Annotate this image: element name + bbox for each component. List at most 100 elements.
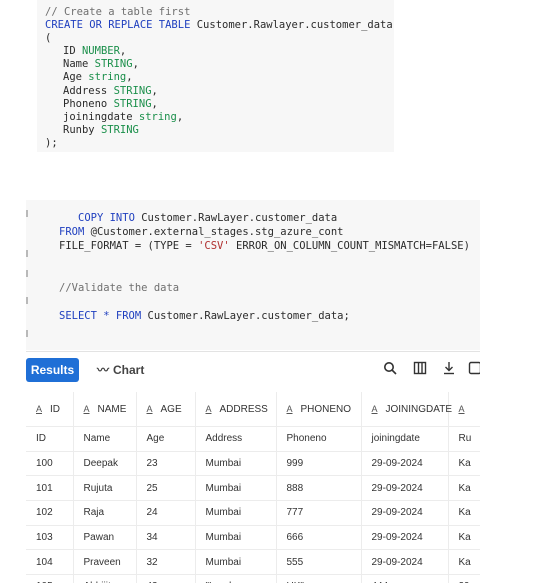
column-header-label: JOININGDATE xyxy=(386,404,452,415)
sql-file-format-type: 'CSV' xyxy=(198,240,230,252)
sql-create-line: CREATE OR REPLACE TABLE Customer.Rawlaye… xyxy=(45,19,394,32)
table-cell[interactable]: Ka xyxy=(448,476,480,501)
results-toolbar: Results 〰Chart xyxy=(26,352,480,390)
column-header[interactable]: AAGE xyxy=(136,392,195,427)
expand-icon[interactable] xyxy=(468,361,480,377)
table-cell[interactable]: Ka xyxy=(448,451,480,476)
text-type-icon: A xyxy=(459,404,467,414)
column-header[interactable]: A PHONENO xyxy=(276,392,361,427)
column-header[interactable]: AID xyxy=(26,392,73,427)
table-row[interactable]: 102Raja24Mumbai77729-09-2024Ka xyxy=(26,501,480,526)
table-cell[interactable]: 32 xyxy=(136,550,195,575)
search-icon[interactable] xyxy=(382,361,398,377)
sql-close-paren: ); xyxy=(45,137,394,150)
table-cell[interactable]: 29-09-2024 xyxy=(361,451,448,476)
sql-keyword-create: CREATE OR REPLACE TABLE xyxy=(45,19,190,31)
table-cell[interactable]: joiningdate xyxy=(361,427,448,452)
table-cell[interactable]: Ru xyxy=(448,427,480,452)
sql-copy-line: COPY INTO Customer.RawLayer.customer_dat… xyxy=(78,212,337,225)
table-cell[interactable]: 102 xyxy=(26,501,73,526)
table-cell[interactable]: Phoneno xyxy=(276,427,361,452)
table-cell[interactable]: Mumbai xyxy=(195,501,276,526)
sql-copy-block[interactable]: COPY INTO Customer.RawLayer.customer_dat… xyxy=(26,200,480,350)
table-cell[interactable]: 666 xyxy=(276,525,361,550)
table-cell[interactable]: 25 xyxy=(136,476,195,501)
sql-column-type: string xyxy=(88,71,126,83)
columns-icon[interactable] xyxy=(412,361,428,377)
column-header-label: PHONENO xyxy=(301,404,352,415)
table-row[interactable]: 104Praveen32Mumbai55529-09-2024Ka xyxy=(26,550,480,575)
table-cell[interactable]: Age xyxy=(136,427,195,452)
table-row[interactable]: 100Deepak23Mumbai99929-09-2024Ka xyxy=(26,451,480,476)
column-header[interactable]: A xyxy=(448,392,480,427)
results-table: AIDANAMEAAGEAADDRESSAPHONENOAJOININGDATE… xyxy=(26,392,480,583)
table-row[interactable]: 103Pawan34Mumbai66629-09-2024Ka xyxy=(26,525,480,550)
table-cell[interactable]: 103 xyxy=(26,525,73,550)
table-cell[interactable]: Raja xyxy=(73,501,136,526)
column-header-label: NAME xyxy=(98,404,127,415)
download-icon[interactable] xyxy=(441,361,457,377)
results-panel: Results 〰Chart AIDANAMEAAGEAADDRESSAPHON… xyxy=(26,351,480,583)
column-header[interactable]: ANAME xyxy=(73,392,136,427)
table-cell[interactable]: 29-09-2024 xyxy=(361,525,448,550)
table-cell[interactable]: Mumbai xyxy=(195,476,276,501)
tab-chart[interactable]: 〰Chart xyxy=(97,358,144,382)
table-body: IDNameAgeAddressPhonenojoiningdateRu100D… xyxy=(26,427,480,583)
chart-icon: 〰 xyxy=(97,363,109,377)
table-cell[interactable]: 29-09-2024 xyxy=(361,550,448,575)
table-cell[interactable]: Ka xyxy=(448,550,480,575)
sql-column-line: joiningdate string, xyxy=(45,111,394,124)
gutter-marker xyxy=(26,210,28,217)
sql-file-format-post: ERROR_ON_COLUMN_COUNT_MISMATCH=FALSE) xyxy=(230,240,470,252)
sql-column-name: Name xyxy=(63,58,88,70)
sql-table-name: Customer.Rawlayer.customer_data xyxy=(190,19,392,31)
table-cell[interactable]: Mumbai xyxy=(195,550,276,575)
sql-comment-line: // Create a table first xyxy=(45,6,394,19)
sql-column-line: Phoneno STRING, xyxy=(45,98,394,111)
sql-column-line: Runby STRING xyxy=(45,124,394,137)
table-cell[interactable]: 23 xyxy=(136,451,195,476)
table-cell[interactable]: Ka xyxy=(448,501,480,526)
table-cell[interactable]: Mumbai xyxy=(195,525,276,550)
table-row[interactable]: 101Rujuta25Mumbai88829-09-2024Ka xyxy=(26,476,480,501)
column-header[interactable]: AADDRESS xyxy=(195,392,276,427)
table-cell[interactable]: 104 xyxy=(26,550,73,575)
gutter-marker xyxy=(26,250,28,257)
table-cell[interactable]: Mumbai xyxy=(195,451,276,476)
sql-file-format-pre: FILE_FORMAT = (TYPE = xyxy=(59,240,198,252)
table-cell[interactable]: 29-09-2024 xyxy=(361,501,448,526)
table-cell[interactable]: ID xyxy=(26,427,73,452)
table-cell[interactable]: 888 xyxy=(276,476,361,501)
table-cell[interactable]: Address xyxy=(195,427,276,452)
sql-column-type: STRING xyxy=(114,98,152,110)
table-cell[interactable]: Ka xyxy=(448,525,480,550)
sql-create-table-block[interactable]: // Create a table first CREATE OR REPLAC… xyxy=(37,0,394,152)
tab-results[interactable]: Results xyxy=(26,358,79,382)
table-cell[interactable]: 101 xyxy=(26,476,73,501)
sql-column-name: ID xyxy=(63,45,76,57)
sql-stage-name: @Customer.external_stages.stg_azure_cont xyxy=(84,226,343,238)
table-cell[interactable]: 29-09-2024 xyxy=(361,476,448,501)
sql-column-definitions: ID NUMBER,Name STRING,Age string,Address… xyxy=(45,45,394,137)
table-header-row: AIDANAMEAAGEAADDRESSAPHONENOAJOININGDATE… xyxy=(26,392,480,427)
table-cell[interactable]: Praveen xyxy=(73,550,136,575)
table-cell[interactable]: 100 xyxy=(26,451,73,476)
table-cell[interactable]: 34 xyxy=(136,525,195,550)
table-cell[interactable]: Deepak xyxy=(73,451,136,476)
table-cell[interactable]: 999 xyxy=(276,451,361,476)
table-cell[interactable]: Rujuta xyxy=(73,476,136,501)
sql-column-line: ID NUMBER, xyxy=(45,45,394,58)
sql-column-line: Name STRING, xyxy=(45,58,394,71)
table-cell[interactable]: 777 xyxy=(276,501,361,526)
sql-validate-comment: //Validate the data xyxy=(59,282,179,295)
text-type-icon: A xyxy=(287,404,295,414)
sql-column-separator: , xyxy=(126,71,132,83)
table-row[interactable]: IDNameAgeAddressPhonenojoiningdateRu xyxy=(26,427,480,452)
table-cell[interactable]: Name xyxy=(73,427,136,452)
table-cell[interactable]: 24 xyxy=(136,501,195,526)
results-grid[interactable]: AIDANAMEAAGEAADDRESSAPHONENOAJOININGDATE… xyxy=(26,392,480,583)
table-cell[interactable]: 555 xyxy=(276,550,361,575)
column-header[interactable]: AJOININGDATE xyxy=(361,392,448,427)
table-cell[interactable]: Pawan xyxy=(73,525,136,550)
column-header-label: ADDRESS xyxy=(220,404,268,415)
